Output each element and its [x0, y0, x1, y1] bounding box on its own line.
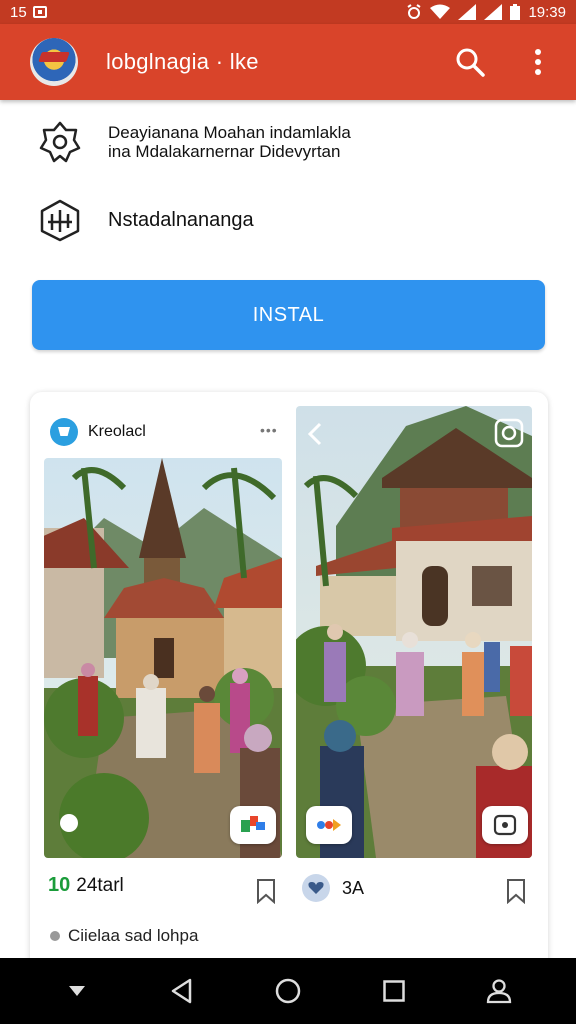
photo-2-badge-left[interactable] — [306, 806, 352, 844]
nav-dropdown-button[interactable] — [57, 971, 97, 1011]
alarm-icon — [407, 4, 422, 19]
home-icon — [275, 978, 301, 1004]
battery-icon — [510, 4, 521, 20]
back-icon — [172, 978, 192, 1004]
badge-gear-icon — [39, 121, 81, 163]
likes-icon-text[interactable]: 10 — [48, 874, 70, 897]
photo-2[interactable] — [296, 406, 532, 858]
card-caption: Ciielaa sad lohpa — [50, 926, 198, 946]
card-header: Kreolacl — [50, 418, 146, 446]
heart-icon — [308, 882, 324, 894]
notification-icon — [32, 6, 47, 18]
signal-icon — [458, 4, 477, 20]
photo-1[interactable] — [44, 458, 282, 858]
install-button[interactable]: INSTAL — [32, 280, 545, 350]
likes-2-count: 3A — [342, 877, 365, 898]
caption-text: Ciielaa sad lohpa — [68, 926, 199, 945]
info-row-2-text: Nstadalnananga — [108, 208, 254, 231]
card-footer-right: 3A — [302, 874, 364, 902]
heart-button[interactable] — [302, 874, 330, 902]
camera-icon[interactable] — [494, 418, 524, 448]
building-icon — [40, 199, 80, 242]
photo-2-badge-right-icon — [493, 814, 517, 836]
search-icon — [456, 48, 485, 77]
likes-count: 24tarl — [76, 874, 124, 896]
more-options-button[interactable] — [522, 46, 554, 78]
bookmark-2-icon[interactable] — [506, 878, 526, 904]
photo-1-corner-icon — [60, 814, 78, 832]
card-author-name[interactable]: Kreolacl — [88, 423, 146, 441]
wifi-icon — [430, 4, 451, 19]
app-logo-icon[interactable] — [30, 38, 78, 86]
info-row-1-line-2: ina Mdalakarnernar Didevyrtan — [108, 142, 341, 161]
status-bar: 15 19:39 — [0, 0, 576, 24]
user-icon — [487, 979, 512, 1004]
nav-home-button[interactable] — [268, 971, 308, 1011]
bookmark-icon[interactable] — [256, 878, 276, 904]
app-bar: lobglnagia · lke — [0, 24, 576, 100]
card-footer-left: 10 24tarl — [48, 874, 124, 897]
card-more-button[interactable]: ••• — [260, 422, 278, 438]
status-time: 19:39 — [528, 3, 566, 21]
back-chevron-icon[interactable] — [306, 422, 326, 446]
photo-1-badge[interactable] — [230, 806, 276, 844]
avatar[interactable] — [50, 418, 78, 446]
info-row-1-line-1: Deayianana Moahan indamlakla — [108, 122, 351, 142]
status-left-text: 15 — [10, 3, 27, 21]
photo-2-badge-left-icon — [317, 819, 341, 831]
photo-1-badge-icon — [241, 816, 265, 832]
nav-bar — [0, 958, 576, 1024]
post-card[interactable]: Kreolacl ••• 10 24tarl 3A Ciielaa sad lo… — [30, 392, 548, 992]
search-button[interactable] — [454, 46, 486, 78]
recents-icon — [382, 980, 405, 1002]
photo-2-image — [296, 406, 532, 858]
triangle-down-icon — [68, 986, 85, 996]
photo-1-image — [44, 458, 282, 858]
signal-2-icon — [484, 4, 503, 20]
app-title: lobglnagia · lke — [106, 49, 259, 74]
info-row-1: Deayianana Moahan indamlakla ina Mdalaka… — [38, 120, 351, 164]
caption-dot-icon — [50, 931, 60, 941]
nav-back-button[interactable] — [162, 971, 202, 1011]
info-row-2: Nstadalnananga — [38, 198, 254, 242]
photo-2-badge-right[interactable] — [482, 806, 528, 844]
nav-profile-button[interactable] — [479, 971, 519, 1011]
nav-recents-button[interactable] — [374, 971, 414, 1011]
screen: 15 19:39 lobglnagia · lke Deayianana Moa… — [0, 0, 576, 1024]
more-vert-icon — [535, 49, 541, 75]
